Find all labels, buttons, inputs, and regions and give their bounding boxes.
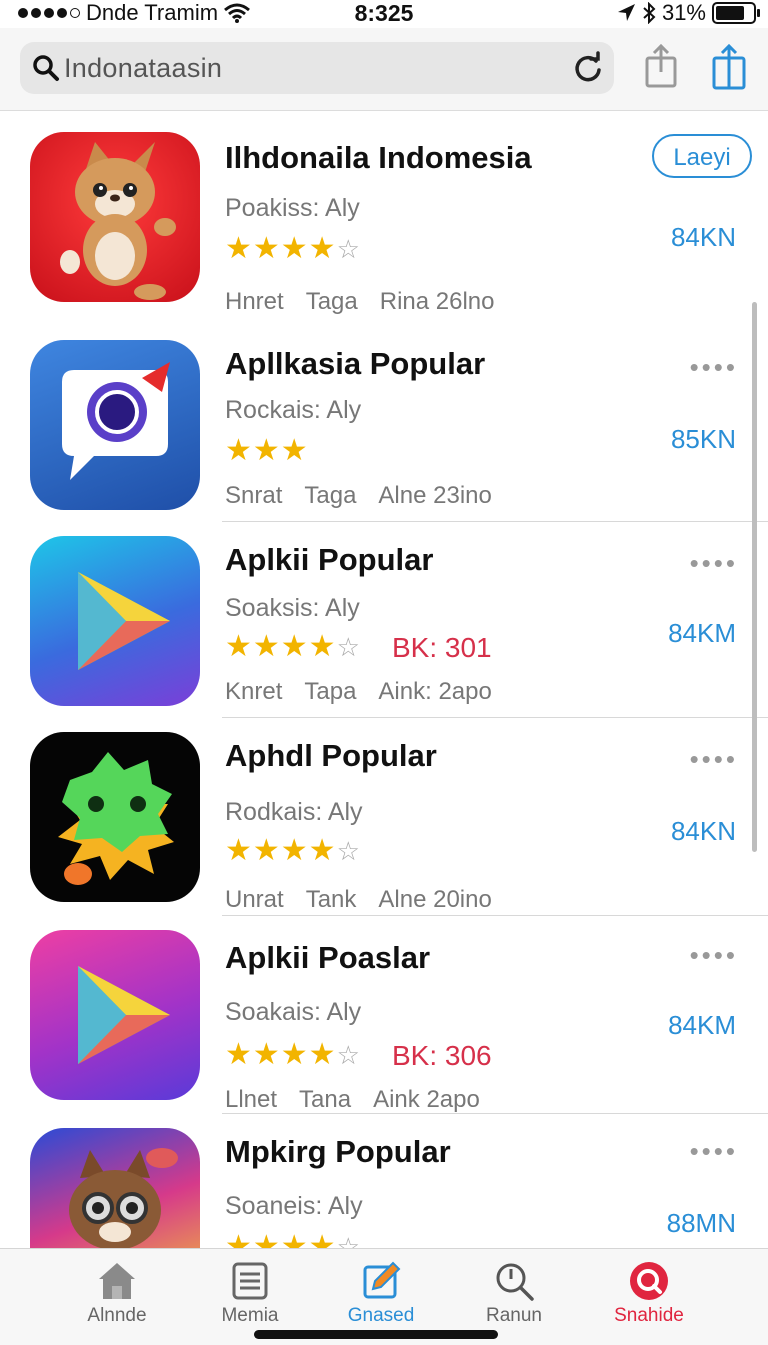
- app-size: 85KN: [670, 424, 736, 454]
- app-title[interactable]: Mpkirg Popular: [225, 1134, 451, 1170]
- tab-home[interactable]: Alnnde: [52, 1259, 182, 1327]
- meta-item: Knret: [225, 678, 283, 705]
- app-row[interactable]: Mpkirg Popular •••• Soaneis: Aly ★★★★☆ 8…: [0, 1114, 768, 1248]
- meta-item: Aink 2apo: [373, 1086, 480, 1113]
- battery-icon: [712, 2, 760, 24]
- search-icon: [33, 55, 59, 81]
- bluetooth-icon: [643, 2, 656, 24]
- app-badge: BK: 306: [392, 1040, 492, 1071]
- meta-item: Unrat: [225, 886, 284, 913]
- meta-item: Alne 20ino: [378, 886, 492, 913]
- battery-percent: 31%: [661, 0, 706, 25]
- share-icon[interactable]: [634, 40, 688, 96]
- star-rating: ★★★★☆: [225, 834, 361, 867]
- app-row[interactable]: Aphdl Popular •••• Rodkais: Aly ★★★★☆ 84…: [0, 718, 768, 916]
- tab-search[interactable]: Ranun: [449, 1259, 579, 1327]
- more-options[interactable]: ••••: [690, 1136, 738, 1167]
- app-meta: Knret Tapa Aink: 2apo: [225, 678, 514, 706]
- app-subtitle: Soakais: Aly: [225, 998, 362, 1026]
- app-row[interactable]: Apllkasia Popular •••• Rockais: Aly ★★★ …: [0, 324, 768, 522]
- app-title[interactable]: Aphdl Popular: [225, 738, 437, 774]
- tab-brand[interactable]: Snahide: [584, 1259, 714, 1327]
- tab-featured[interactable]: Gnased: [316, 1259, 446, 1327]
- meta-item: Taga: [305, 288, 358, 315]
- app-row[interactable]: Ilhdonaila Indomesia Laeyi Poakiss: Aly …: [0, 112, 768, 322]
- search-input[interactable]: Indonataasin: [64, 53, 222, 84]
- app-row[interactable]: Aplkii Popular •••• Soaksis: Aly ★★★★☆ B…: [0, 522, 768, 718]
- app-subtitle: Poakiss: Aly: [225, 194, 360, 222]
- brand-icon: [630, 1262, 668, 1300]
- search-header: Indonataasin: [0, 28, 768, 111]
- get-button[interactable]: Laeyi: [652, 134, 752, 178]
- meta-item: Hnret: [225, 288, 284, 315]
- app-meta: Unrat Tank Alne 20ino: [225, 886, 514, 914]
- meta-item: Snrat: [225, 482, 283, 509]
- app-size: 84KN: [670, 816, 736, 846]
- tab-label: Gnased: [347, 1305, 415, 1326]
- meta-item: Tana: [299, 1086, 352, 1113]
- edit-icon: [363, 1261, 401, 1299]
- status-right: 31%: [616, 0, 760, 26]
- app-list[interactable]: Ilhdonaila Indomesia Laeyi Poakiss: Aly …: [0, 112, 768, 1248]
- share-icon-blue[interactable]: [702, 40, 756, 96]
- meta-item: Tapa: [304, 678, 357, 705]
- meta-item: Alne 23ino: [378, 482, 492, 509]
- tab-label: Ranun: [486, 1305, 542, 1326]
- star-rating: ★★★★☆: [225, 1230, 361, 1249]
- app-size: 84KM: [668, 618, 736, 648]
- reload-icon[interactable]: [570, 50, 606, 86]
- app-meta: Llnet Tana Aink 2apo: [225, 1086, 502, 1114]
- star-rating: ★★★: [225, 434, 309, 467]
- app-size: 84KM: [668, 1010, 736, 1040]
- app-meta: Snrat Taga Alne 23ino: [225, 482, 514, 510]
- app-title[interactable]: Ilhdonaila Indomesia: [225, 140, 532, 176]
- search-icon: [496, 1263, 534, 1301]
- fox-character-icon[interactable]: [30, 132, 200, 302]
- meta-item: Taga: [304, 482, 357, 509]
- app-row[interactable]: Aplkii Poaslar •••• Soakais: Aly ★★★★☆ B…: [0, 916, 768, 1114]
- green-monster-icon[interactable]: [30, 732, 200, 902]
- app-title[interactable]: Aplkii Popular: [225, 542, 433, 578]
- app-badge: BK: 301: [392, 632, 492, 663]
- star-rating: ★★★★☆: [225, 630, 361, 663]
- app-meta: Hnret Taga Rina 26lno: [225, 288, 516, 316]
- chat-camera-icon[interactable]: [30, 340, 200, 510]
- location-icon: [617, 4, 635, 21]
- raccoon-character-icon[interactable]: [30, 1128, 200, 1248]
- meta-item: Llnet: [225, 1086, 278, 1113]
- app-title[interactable]: Apllkasia Popular: [225, 346, 485, 382]
- app-subtitle: Rockais: Aly: [225, 396, 362, 424]
- more-options[interactable]: ••••: [690, 548, 738, 579]
- scrollbar[interactable]: [752, 302, 757, 852]
- play-triangle-icon[interactable]: [30, 536, 200, 706]
- play-triangle-icon[interactable]: [30, 930, 200, 1100]
- more-options[interactable]: ••••: [690, 352, 738, 383]
- star-rating: ★★★★☆: [225, 232, 361, 265]
- app-subtitle: Soaksis: Aly: [225, 594, 360, 622]
- app-size: 84KN: [670, 222, 736, 252]
- meta-item: Tank: [305, 886, 357, 913]
- home-icon: [99, 1263, 135, 1299]
- meta-item: Rina 26lno: [379, 288, 495, 315]
- home-indicator[interactable]: [254, 1330, 498, 1339]
- star-rating: ★★★★☆: [225, 1038, 361, 1071]
- tab-label: Snahide: [614, 1305, 684, 1326]
- more-options[interactable]: ••••: [690, 940, 738, 971]
- search-bar[interactable]: Indonataasin: [20, 42, 614, 94]
- status-bar: Dnde Tramim 8:325 31%: [0, 0, 768, 28]
- tab-label: Memia: [221, 1305, 279, 1326]
- list-icon: [232, 1262, 268, 1300]
- app-subtitle: Soaneis: Aly: [225, 1192, 363, 1220]
- tab-label: Alnnde: [87, 1305, 147, 1326]
- app-subtitle: Rodkais: Aly: [225, 798, 363, 826]
- app-size: 88MN: [666, 1208, 736, 1238]
- more-options[interactable]: ••••: [690, 744, 738, 775]
- app-title[interactable]: Aplkii Poaslar: [225, 940, 430, 976]
- tab-media[interactable]: Memia: [185, 1259, 315, 1327]
- meta-item: Aink: 2apo: [378, 678, 492, 705]
